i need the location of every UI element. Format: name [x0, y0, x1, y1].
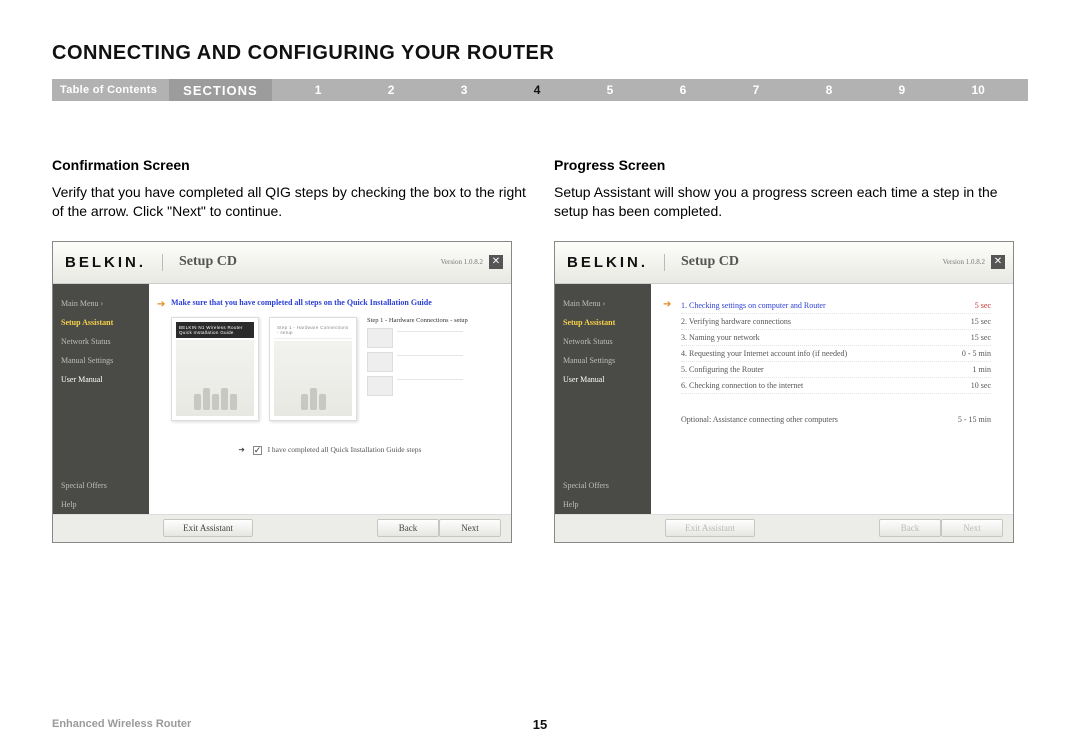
- page-footer: Enhanced Wireless Router 15: [52, 718, 1028, 730]
- sidebar-main-menu[interactable]: Main Menu ›: [555, 294, 651, 313]
- version-label: Version 1.0.8.2: [943, 258, 985, 266]
- confirmation-screenshot: BELKIN. Setup CD Version 1.0.8.2 ✕ Main …: [52, 241, 512, 543]
- progress-heading: Progress Screen: [554, 157, 1028, 173]
- progress-step-2: 2. Verifying hardware connections15 sec: [681, 314, 991, 330]
- exit-assistant-button[interactable]: Exit Assistant: [163, 519, 253, 537]
- app-title: Setup CD: [179, 254, 237, 270]
- sidebar: Main Menu › Setup Assistant Network Stat…: [555, 284, 651, 514]
- arrow-icon: ➔: [157, 299, 165, 310]
- progress-step-1: 1. Checking settings on computer and Rou…: [681, 298, 991, 314]
- qig-cover-card: BELKIN N1 Wireless Router Quick Installa…: [171, 317, 259, 421]
- completion-checkbox[interactable]: [253, 446, 262, 455]
- sidebar-main-menu[interactable]: Main Menu ›: [53, 294, 149, 313]
- section-numbers: 1 2 3 4 5 6 7 8 9 10: [272, 83, 1028, 97]
- next-button[interactable]: Next: [439, 519, 501, 537]
- sidebar-help[interactable]: Help: [53, 495, 149, 514]
- progress-step-optional: Optional: Assistance connecting other co…: [681, 412, 991, 427]
- sidebar-setup-assistant[interactable]: Setup Assistant: [555, 313, 651, 332]
- brand-logo: BELKIN.: [567, 254, 665, 271]
- footer-product-name: Enhanced Wireless Router: [52, 718, 191, 730]
- progress-screenshot: BELKIN. Setup CD Version 1.0.8.2 ✕ Main …: [554, 241, 1014, 543]
- sidebar-help[interactable]: Help: [555, 495, 651, 514]
- progress-step-4: 4. Requesting your Internet account info…: [681, 346, 991, 362]
- page-number: 15: [533, 717, 547, 732]
- sidebar-special-offers[interactable]: Special Offers: [555, 476, 651, 495]
- progress-body: Setup Assistant will show you a progress…: [554, 183, 1028, 221]
- progress-step-6: 6. Checking connection to the internet10…: [681, 378, 991, 394]
- brand-logo: BELKIN.: [65, 254, 163, 271]
- sidebar: Main Menu › Setup Assistant Network Stat…: [53, 284, 149, 514]
- sidebar-user-manual[interactable]: User Manual: [555, 370, 651, 389]
- sidebar-manual-settings[interactable]: Manual Settings: [53, 351, 149, 370]
- back-button[interactable]: Back: [879, 519, 941, 537]
- progress-step-5: 5. Configuring the Router1 min: [681, 362, 991, 378]
- version-label: Version 1.0.8.2: [441, 258, 483, 266]
- completion-checkbox-row: ➔ I have completed all Quick Installatio…: [149, 445, 511, 469]
- completion-checkbox-label: I have completed all Quick Installation …: [268, 445, 422, 454]
- sidebar-manual-settings[interactable]: Manual Settings: [555, 351, 651, 370]
- section-link-3[interactable]: 3: [461, 83, 468, 97]
- section-link-9[interactable]: 9: [899, 83, 906, 97]
- next-button[interactable]: Next: [941, 519, 1003, 537]
- right-column: Progress Screen Setup Assistant will sho…: [554, 157, 1028, 543]
- sidebar-user-manual[interactable]: User Manual: [53, 370, 149, 389]
- close-icon[interactable]: ✕: [991, 255, 1005, 269]
- app-title: Setup CD: [681, 254, 739, 270]
- section-link-1[interactable]: 1: [315, 83, 322, 97]
- section-link-7[interactable]: 7: [753, 83, 760, 97]
- progress-step-list: 1. Checking settings on computer and Rou…: [651, 284, 1013, 427]
- sidebar-network-status[interactable]: Network Status: [555, 332, 651, 351]
- section-link-4[interactable]: 4: [534, 83, 541, 97]
- qig-step-card: Step 1 - Hardware Connections - setup: [269, 317, 357, 421]
- sidebar-network-status[interactable]: Network Status: [53, 332, 149, 351]
- confirmation-heading: Confirmation Screen: [52, 157, 526, 173]
- progress-step-3: 3. Naming your network15 sec: [681, 330, 991, 346]
- section-link-6[interactable]: 6: [680, 83, 687, 97]
- page-title: CONNECTING AND CONFIGURING YOUR ROUTER: [52, 42, 1028, 65]
- arrow-right-icon: ➔: [239, 445, 245, 454]
- back-button[interactable]: Back: [377, 519, 439, 537]
- close-icon[interactable]: ✕: [489, 255, 503, 269]
- toc-link[interactable]: Table of Contents: [52, 84, 169, 96]
- sections-label: SECTIONS: [169, 79, 271, 101]
- instruction-text: Make sure that you have completed all st…: [149, 284, 511, 317]
- section-link-10[interactable]: 10: [972, 83, 985, 97]
- confirmation-body: Verify that you have completed all QIG s…: [52, 183, 526, 221]
- section-link-5[interactable]: 5: [607, 83, 614, 97]
- sidebar-special-offers[interactable]: Special Offers: [53, 476, 149, 495]
- qig-step-thumbs: Step 1 - Hardware Connections - setup ………: [367, 317, 507, 421]
- qig-step-title: Step 1 - Hardware Connections - setup: [274, 322, 352, 339]
- exit-assistant-button[interactable]: Exit Assistant: [665, 519, 755, 537]
- qig-cover-title: BELKIN N1 Wireless Router Quick Installa…: [176, 322, 254, 338]
- section-link-8[interactable]: 8: [826, 83, 833, 97]
- section-link-2[interactable]: 2: [388, 83, 395, 97]
- left-column: Confirmation Screen Verify that you have…: [52, 157, 526, 543]
- section-nav-bar: Table of Contents SECTIONS 1 2 3 4 5 6 7…: [52, 79, 1028, 101]
- sidebar-setup-assistant[interactable]: Setup Assistant: [53, 313, 149, 332]
- arrow-icon: ➔: [663, 299, 671, 310]
